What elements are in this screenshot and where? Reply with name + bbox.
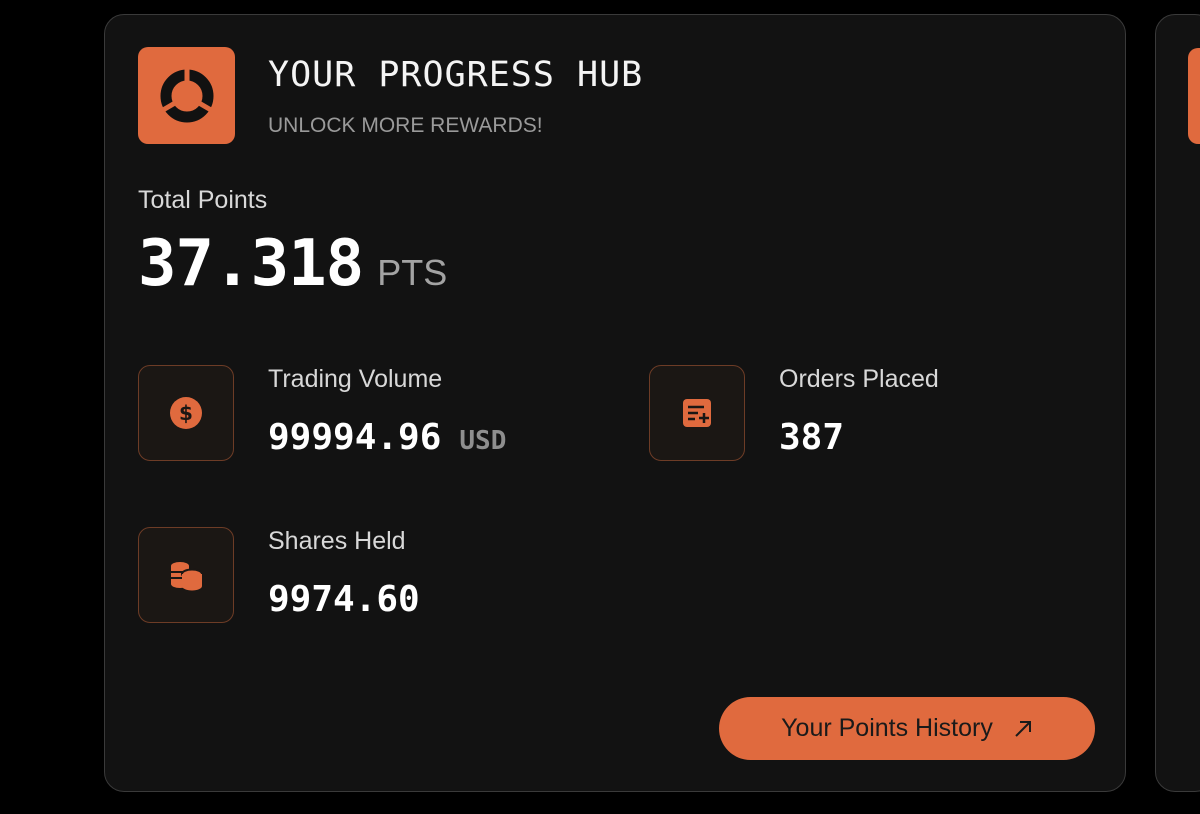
trading-volume-label: Trading Volume [268,365,443,393]
points-history-label: Your Points History [781,714,993,742]
list-add-icon [649,365,745,461]
trading-volume-value-row: 99994.96 USD [268,417,506,458]
orders-placed-label: Orders Placed [779,365,939,393]
orders-placed-value-row: 387 [779,417,844,458]
points-history-button[interactable]: Your Points History [719,697,1095,760]
coin-stack-icon [138,527,234,623]
shares-held-label: Shares Held [268,527,406,555]
progress-hub-card: YOUR PROGRESS HUB UNLOCK MORE REWARDS! T… [104,14,1126,792]
arrow-up-right-icon [1013,719,1033,739]
page-title: YOUR PROGRESS HUB [268,55,644,95]
total-points-unit: PTS [377,252,448,293]
svg-text:$: $ [179,401,193,425]
page-subtitle: UNLOCK MORE REWARDS! [268,114,543,137]
trading-volume-unit: USD [459,426,507,456]
total-points-label: Total Points [138,186,268,214]
adjacent-card-logo [1188,48,1200,144]
total-points-value: 37.318 [138,227,364,301]
progress-ring-icon [138,47,235,144]
shares-held-value-row: 9974.60 [268,579,420,620]
total-points: 37.318 PTS [138,227,447,301]
adjacent-card [1155,14,1200,792]
shares-held-value: 9974.60 [268,579,420,620]
trading-volume-value: 99994.96 [268,417,442,458]
dollar-coin-icon: $ [138,365,234,461]
orders-placed-value: 387 [779,417,845,458]
